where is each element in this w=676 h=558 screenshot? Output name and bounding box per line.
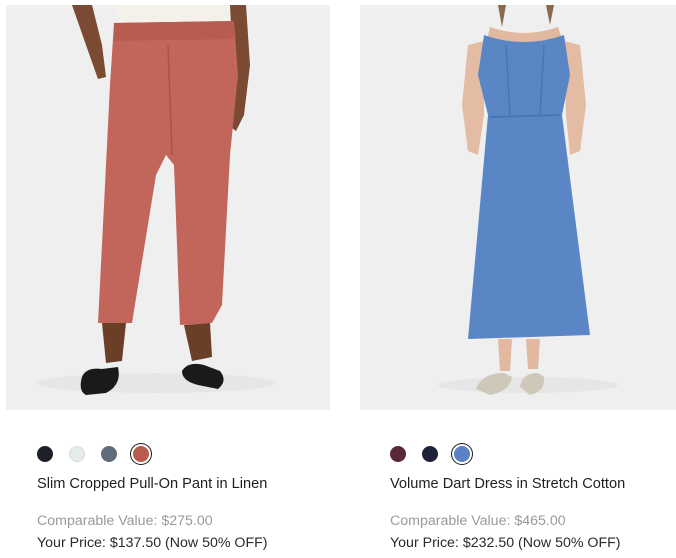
color-swatch-selected[interactable] [133,446,149,462]
product-image-dress[interactable] [360,5,676,410]
product-name[interactable]: Volume Dart Dress in Stretch Cotton [390,476,625,492]
color-swatch[interactable] [101,446,117,462]
product-image-pants[interactable] [6,5,330,410]
comparable-value: Comparable Value: $275.00 [37,513,213,529]
color-swatch[interactable] [69,446,85,462]
color-swatch-selected[interactable] [454,446,470,462]
comparable-value: Comparable Value: $465.00 [390,513,566,529]
color-swatches [390,444,486,464]
color-swatch[interactable] [37,446,53,462]
color-swatch[interactable] [422,446,438,462]
your-price: Your Price: $137.50 (Now 50% OFF) [37,535,268,551]
pants-photo-icon [6,5,330,410]
dress-photo-icon [360,5,676,410]
your-price: Your Price: $232.50 (Now 50% OFF) [390,535,621,551]
color-swatches [37,444,165,464]
product-name[interactable]: Slim Cropped Pull-On Pant in Linen [37,476,267,492]
color-swatch[interactable] [390,446,406,462]
